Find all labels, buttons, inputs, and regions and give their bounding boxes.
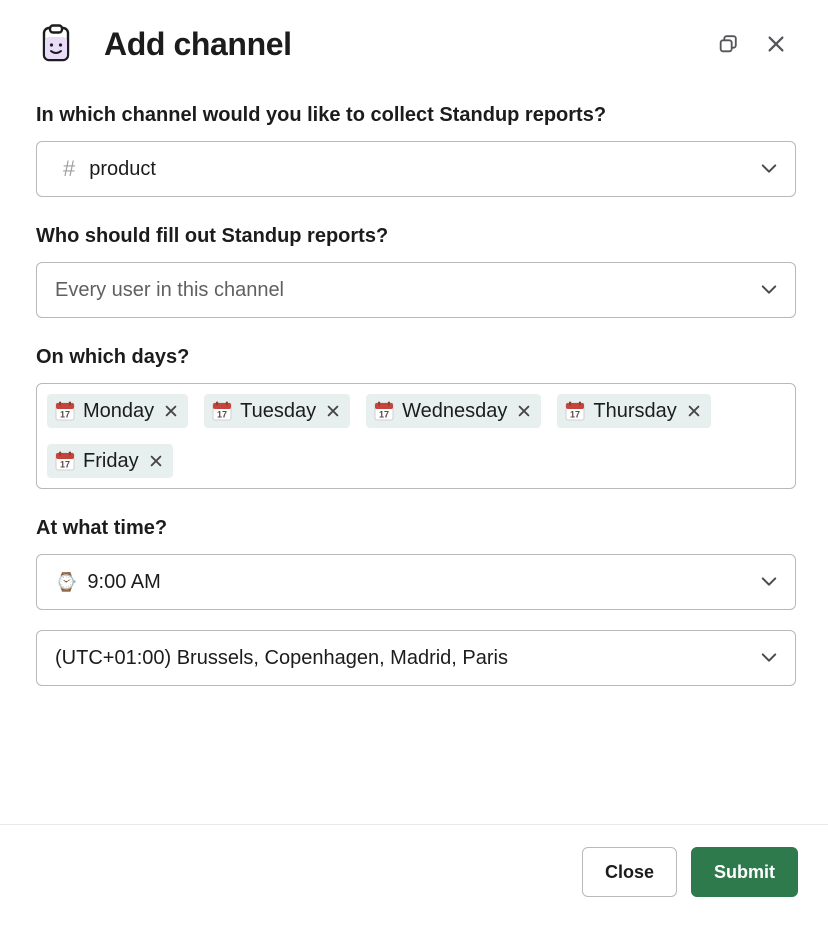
watch-icon: ⌚ [55, 572, 77, 593]
day-chip-remove[interactable] [517, 404, 531, 418]
field-time: At what time? ⌚ 9:00 AM [36, 517, 796, 610]
calendar-icon [55, 451, 75, 471]
calendar-icon [565, 401, 585, 421]
who-select[interactable]: Every user in this channel [36, 262, 796, 318]
day-chip-label: Tuesday [240, 398, 316, 424]
days-multiselect[interactable]: Monday Tuesday Wednesday Thursday Friday [36, 383, 796, 489]
day-chip: Friday [47, 444, 173, 478]
channel-value: product [89, 158, 156, 181]
add-channel-modal: Add channel In which channel would you l… [0, 0, 828, 927]
calendar-icon [55, 401, 75, 421]
submit-button[interactable]: Submit [691, 847, 798, 897]
timezone-value: (UTC+01:00) Brussels, Copenhagen, Madrid… [55, 647, 508, 670]
modal-header: Add channel [0, 0, 828, 76]
modal-content: In which channel would you like to colle… [0, 76, 828, 824]
day-chip-remove[interactable] [164, 404, 178, 418]
chevron-down-icon [761, 282, 777, 298]
day-chip-remove[interactable] [326, 404, 340, 418]
timezone-select[interactable]: (UTC+01:00) Brussels, Copenhagen, Madrid… [36, 630, 796, 686]
time-select[interactable]: ⌚ 9:00 AM [36, 554, 796, 610]
day-chip-label: Friday [83, 448, 139, 474]
day-chip-label: Wednesday [402, 398, 507, 424]
calendar-icon [374, 401, 394, 421]
field-who: Who should fill out Standup reports? Eve… [36, 225, 796, 318]
who-value: Every user in this channel [55, 279, 284, 302]
modal-title: Add channel [104, 26, 708, 63]
day-chip-remove[interactable] [687, 404, 701, 418]
day-chip: Thursday [557, 394, 710, 428]
close-icon[interactable] [756, 24, 796, 64]
day-chip-label: Thursday [593, 398, 676, 424]
field-days: On which days? Monday Tuesday Wednesday Thu… [36, 346, 796, 489]
field-timezone: (UTC+01:00) Brussels, Copenhagen, Madrid… [36, 630, 796, 686]
chevron-down-icon [761, 650, 777, 666]
channel-select[interactable]: # product [36, 141, 796, 197]
days-label: On which days? [36, 346, 796, 369]
close-button[interactable]: Close [582, 847, 677, 897]
day-chip: Monday [47, 394, 188, 428]
chevron-down-icon [761, 161, 777, 177]
channel-label: In which channel would you like to colle… [36, 104, 796, 127]
day-chip: Wednesday [366, 394, 541, 428]
day-chip-label: Monday [83, 398, 154, 424]
who-label: Who should fill out Standup reports? [36, 225, 796, 248]
time-value: 9:00 AM [87, 571, 160, 594]
day-chip-remove[interactable] [149, 454, 163, 468]
modal-footer: Close Submit [0, 824, 828, 927]
app-icon [36, 24, 76, 64]
field-channel: In which channel would you like to colle… [36, 104, 796, 197]
chevron-down-icon [761, 574, 777, 590]
new-window-button[interactable] [708, 24, 748, 64]
hash-icon: # [63, 156, 75, 182]
time-label: At what time? [36, 517, 796, 540]
calendar-icon [212, 401, 232, 421]
day-chip: Tuesday [204, 394, 350, 428]
